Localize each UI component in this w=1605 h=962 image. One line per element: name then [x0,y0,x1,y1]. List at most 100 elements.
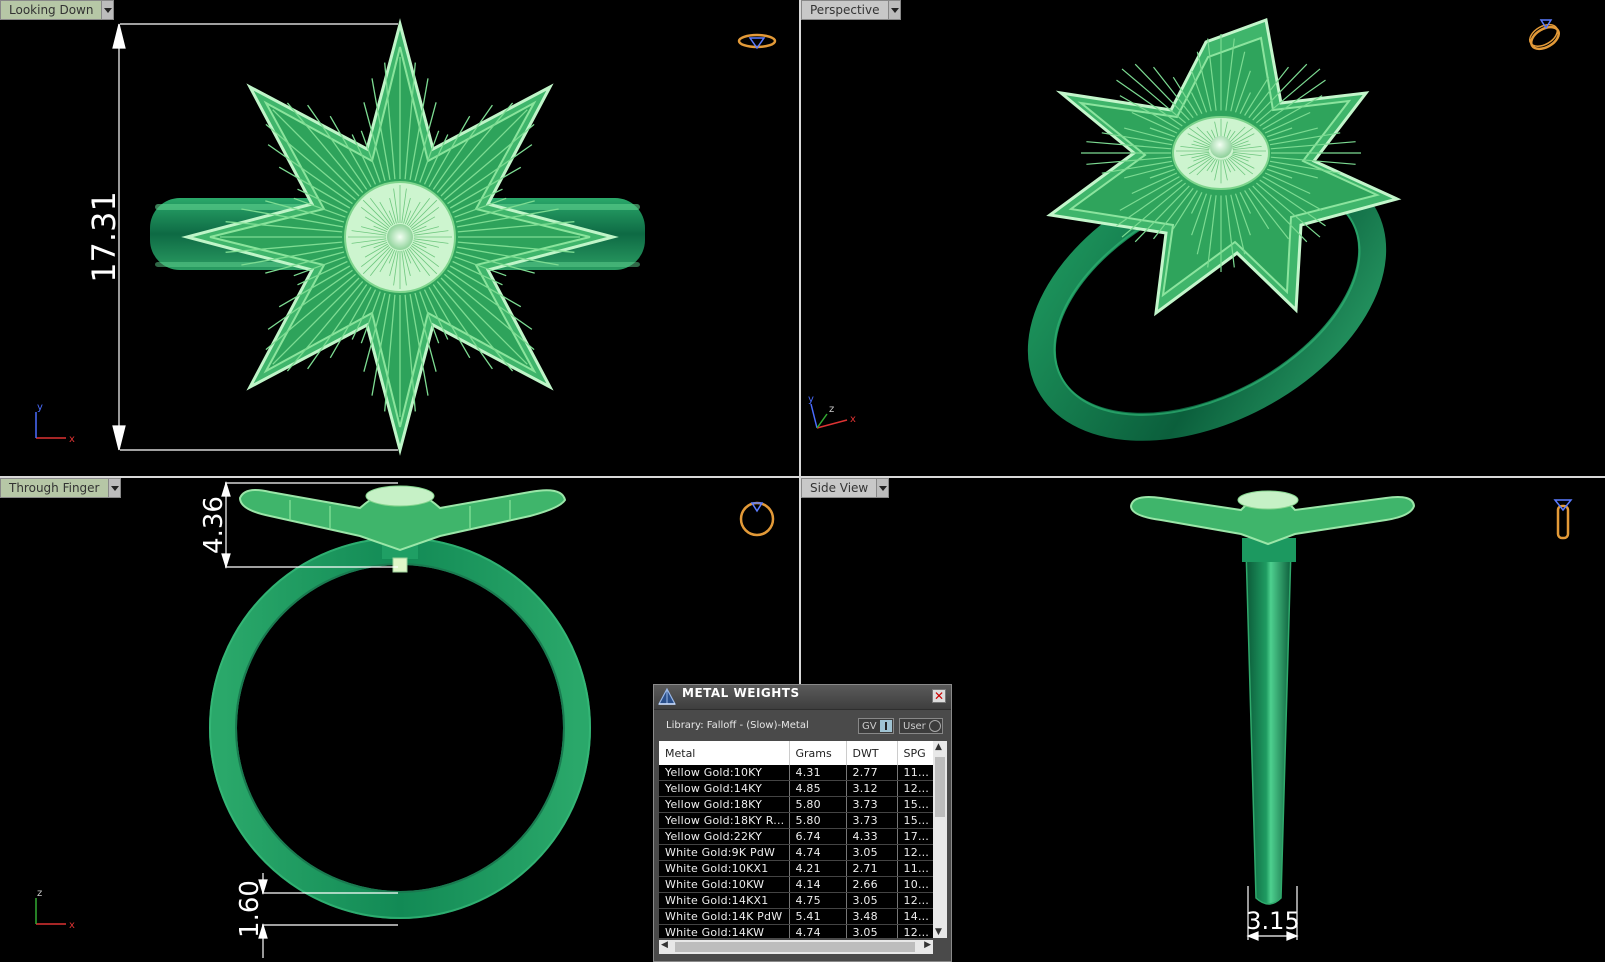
table-cell: 4.14 [789,876,847,893]
table-cell: White Gold:9K PdW [659,844,790,861]
svg-text:z: z [829,404,834,415]
table-row[interactable]: Yellow Gold:18KY 5.80 3.73 15.41 [659,796,933,813]
axis-triad-icon: x y z [808,394,856,429]
vertical-scrollbar[interactable]: ▲ ▼ [933,741,947,938]
table-cell: 2.71 [846,860,898,877]
axis-triad-icon: x z [35,888,75,931]
table-cell: 4.85 [789,780,847,797]
viewport-perspective[interactable]: x y z Perspective [801,0,1605,476]
column-header[interactable]: DWT [846,741,898,765]
table-cell: 3.48 [846,908,898,925]
scroll-thumb[interactable] [935,757,945,817]
view-cube-icon[interactable] [1553,499,1573,540]
table-cell: 5.41 [789,908,847,925]
chevron-down-icon[interactable] [107,479,120,497]
chevron-left-icon[interactable]: ◀ [661,940,668,950]
axis-triad-icon: x y [35,402,75,445]
table-cell: 12.61 [897,892,933,909]
table-cell: 12.59 [897,844,933,861]
chevron-down-icon[interactable] [101,1,114,19]
svg-text:x: x [69,920,75,931]
table-cell: 10.99 [897,876,933,893]
table-cell: 3.05 [846,892,898,909]
chevron-down-icon[interactable] [887,1,900,19]
svg-text:x: x [850,414,856,425]
table-cell: 4.74 [789,844,847,861]
table-cell: Yellow Gold:10KY [659,765,790,781]
table-row[interactable]: Yellow Gold:10KY 4.31 2.77 11.45 [659,765,933,781]
user-toggle[interactable]: User [899,718,943,734]
table-row[interactable]: Yellow Gold:22KY 6.74 4.33 17.89 [659,828,933,845]
chevron-down-icon[interactable] [876,479,889,497]
table-cell: 3.12 [846,780,898,797]
star-ring-perspective: x y z [808,17,1562,441]
table-cell: White Gold:14KX1 [659,892,790,909]
gv-toggle[interactable]: GV [858,718,894,734]
viewport-label-looking-down[interactable]: Looking Down [0,0,115,20]
gem-icon [658,687,676,705]
table-row[interactable]: White Gold:14KX1 4.75 3.05 12.61 [659,892,933,909]
table-cell: 12.88 [897,780,933,797]
radio-icon [929,720,941,732]
chevron-right-icon[interactable]: ▶ [924,940,931,950]
table-cell: 5.80 [789,812,847,829]
table-row[interactable]: White Gold:14KW 4.74 3.05 12.59 [659,924,933,938]
center-stone [387,224,413,250]
table-cell: 15.41 [897,812,933,829]
table-cell: 6.74 [789,828,847,845]
chevron-down-icon[interactable]: ▼ [935,927,942,937]
dimension-label: 17.31 [85,191,123,283]
column-header[interactable]: SPG [897,741,933,765]
table-row[interactable]: White Gold:14K PdW 5.41 3.48 14.37 [659,908,933,925]
table-cell: 4.74 [789,924,847,938]
table-cell: White Gold:14K PdW [659,908,790,925]
horizontal-scrollbar[interactable]: ◀ ▶ [659,940,933,954]
table-cell: 11.18 [897,860,933,877]
column-header[interactable]: Metal [659,741,790,765]
table-cell: 4.75 [789,892,847,909]
metal-weights-table[interactable]: Metal Grams DWT SPG Yellow Gold:10KY 4.31 2.7… [659,741,933,938]
metal-weights-panel[interactable]: METAL WEIGHTS ✕ Library: Falloff - (Slow… [653,684,952,962]
dimension-label: 3.15 [1246,907,1299,935]
table-row[interactable]: White Gold:10KW 4.14 2.66 10.99 [659,876,933,893]
svg-text:x: x [69,434,75,445]
table-cell: White Gold:10KX1 [659,860,790,877]
table-cell: 15.41 [897,796,933,813]
view-cube-icon[interactable] [1526,19,1562,53]
ring-band [209,537,591,919]
table-row[interactable]: White Gold:10KX1 4.21 2.71 11.18 [659,860,933,877]
chevron-up-icon[interactable]: ▲ [935,742,942,752]
table-row[interactable]: Yellow Gold:14KY 4.85 3.12 12.88 [659,780,933,797]
table-cell: 3.73 [846,812,898,829]
viewport-label-through-finger[interactable]: Through Finger [0,478,121,498]
viewport-label-perspective[interactable]: Perspective [801,0,901,20]
panel-titlebar[interactable]: METAL WEIGHTS ✕ [654,685,951,710]
viewport-looking-down[interactable]: 17.31 x y Looking Down [0,0,799,476]
table-cell: 2.77 [846,765,898,781]
table-cell: 4.33 [846,828,898,845]
column-header[interactable]: Grams [789,741,847,765]
star-ring-top-view: 17.31 x y [35,18,777,456]
toggle-switch-icon [880,720,892,732]
table-cell: Yellow Gold:18KY [659,796,790,813]
close-icon[interactable]: ✕ [932,689,946,703]
view-cube-icon[interactable] [737,33,777,50]
scroll-thumb[interactable] [675,942,915,952]
dimension-label-bottom: 1.60 [235,880,265,938]
viewport-label-side-view[interactable]: Side View [801,478,890,498]
table-row[interactable]: Yellow Gold:18KY R... 5.80 3.73 15.41 [659,812,933,829]
panel-title: METAL WEIGHTS [682,686,800,700]
table-cell: 3.05 [846,924,898,938]
table-cell: 12.59 [897,924,933,938]
library-label: Library: Falloff - (Slow)-Metal [666,720,809,731]
table-cell: 3.73 [846,796,898,813]
ring-shank [1245,547,1292,905]
table-cell: 4.21 [789,860,847,877]
table-cell: 4.31 [789,765,847,781]
table-cell: 3.05 [846,844,898,861]
table-row[interactable]: White Gold:9K PdW 4.74 3.05 12.59 [659,844,933,861]
view-cube-icon[interactable] [739,501,775,537]
svg-text:y: y [37,402,43,413]
table-cell: Yellow Gold:18KY R... [659,812,790,829]
svg-text:y: y [808,394,814,405]
